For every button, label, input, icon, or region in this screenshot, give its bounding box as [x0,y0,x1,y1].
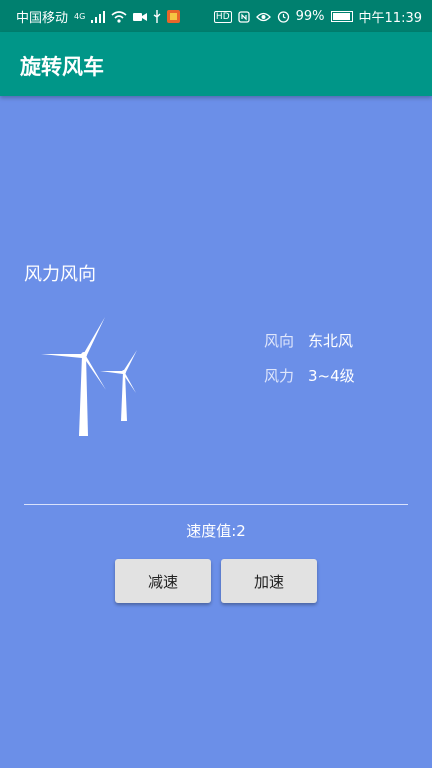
speed-value: 速度值:2 [186,522,246,540]
wind-force-value: 3~4级 [308,367,355,385]
wind-direction-label: 风向 [264,332,295,350]
status-right: HD 99% 中午11:39 [213,7,422,26]
network-type: 4G [74,12,86,21]
windmill-icon [41,317,137,436]
alarm-icon [277,11,289,23]
app-bar: 旋转风车 [0,32,432,96]
status-bar: 中国移动 4G HD 99% 中午11:39 [0,0,432,32]
speed-up-button[interactable]: 加速 [221,559,317,603]
section-title: 风力风向 [24,264,96,285]
app-notification-icon [167,10,181,23]
video-icon [133,12,148,21]
signal-icon [91,10,106,23]
nfc-icon [237,10,250,23]
clock: 中午11:39 [358,11,422,26]
small-turbine [100,350,137,421]
status-left: 中国移动 4G [16,7,181,26]
wind-force-label: 风力 [264,367,295,385]
battery-percent: 99% [295,9,325,24]
large-turbine [41,317,106,436]
wind-force-row: 风力 3~4级 [264,365,355,386]
page-title: 旋转风车 [20,55,104,79]
usb-icon [153,10,161,23]
battery-icon [330,11,353,22]
carrier-name: 中国移动 [16,11,69,26]
divider [24,504,408,505]
wind-direction-row: 风向 东北风 [264,330,353,351]
wind-direction-value: 东北风 [308,332,354,350]
hd-badge: HD [213,10,232,23]
eye-icon [255,12,271,21]
slow-down-button[interactable]: 减速 [115,559,211,603]
wifi-icon [111,10,127,23]
